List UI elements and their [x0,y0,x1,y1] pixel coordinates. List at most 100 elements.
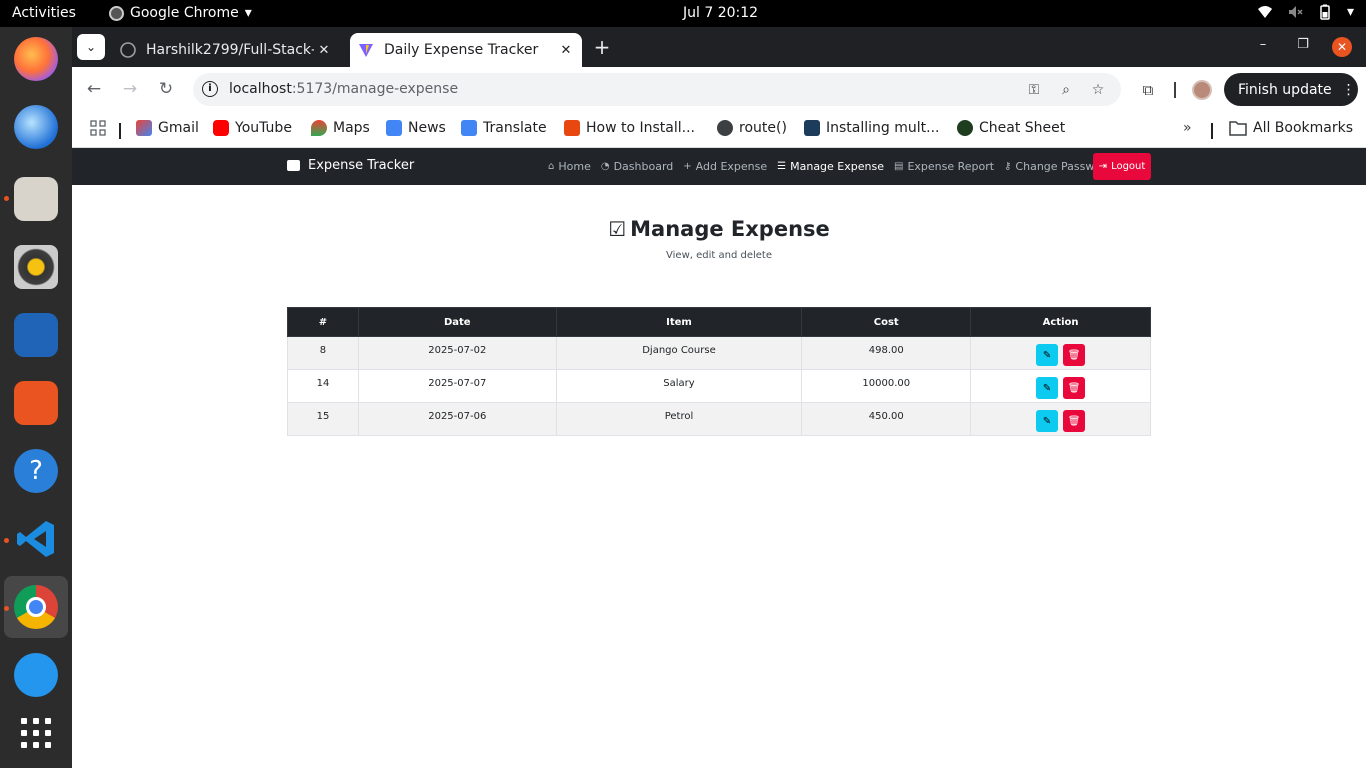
minimize-icon[interactable]: – [1253,37,1273,52]
delete-button[interactable]: 🗑 [1063,377,1086,399]
gmail-icon [136,120,152,136]
delete-button[interactable]: 🗑 [1063,344,1086,366]
close-tab-icon[interactable]: ✕ [556,43,576,58]
web-page: Expense Tracker ⌂ Home ◔ Dashboard + Add Ex… [72,148,1366,768]
app-menu-label: Google Chrome [130,5,239,21]
cell-id: 15 [287,402,359,436]
nav-manage-expense[interactable]: ☰ Manage Expense [777,160,884,173]
edit-icon: ✎ [1042,382,1052,394]
wallet-icon [287,160,300,171]
dashboard-icon: ◔ [600,161,610,172]
help-icon[interactable]: ? [14,449,58,493]
edit-button[interactable]: ✎ [1036,377,1059,399]
trash-icon: 🗑 [1067,415,1081,427]
bookmark-star-icon[interactable]: ☆ [1088,80,1108,100]
edit-button[interactable]: ✎ [1036,344,1059,366]
table-row: 8 2025-07-02 Django Course 498.00 ✎ 🗑 [287,336,1151,370]
url-path: :5173/manage-expense [291,81,459,97]
tab-daily-expense-tracker[interactable]: Daily Expense Tracker ✕ [350,33,582,67]
nav-home[interactable]: ⌂ Home [548,160,591,173]
window-close-icon[interactable]: ✕ [1332,37,1352,57]
delete-button[interactable]: 🗑 [1063,410,1086,432]
docker-icon[interactable] [14,653,58,697]
github-icon [120,42,136,58]
extensions-puzzle-icon[interactable]: ⧉ [1137,79,1159,101]
firefox-icon[interactable] [14,37,58,81]
reload-icon[interactable]: ↻ [155,78,177,100]
nav-add-expense[interactable]: + Add Expense [683,160,767,173]
trash-icon: 🗑 [1067,349,1081,361]
wifi-icon [1257,6,1272,18]
cell-cost: 498.00 [801,336,972,370]
logout-button[interactable]: ⇥ Logout [1093,153,1151,180]
files-icon[interactable] [14,177,58,221]
nav-dashboard[interactable]: ◔ Dashboard [601,160,673,173]
app-navbar: Expense Tracker ⌂ Home ◔ Dashboard + Add Ex… [72,148,1366,185]
bookmark-label: News [408,120,446,136]
restore-icon[interactable]: ❐ [1293,37,1313,52]
bookmark-gmail[interactable]: Gmail [136,120,199,136]
bookmark-installing-mult[interactable]: Installing mult... [804,120,939,136]
vite-icon [359,44,373,57]
nav-label: Dashboard [613,160,674,173]
activities-button[interactable]: Activities [12,5,76,21]
expense-table: # Date Item Cost Action 8 2025-07-02 Dja… [287,307,1151,436]
cell-date: 2025-07-06 [357,402,557,436]
bookmark-cheat-sheet[interactable]: Cheat Sheet [957,120,1065,136]
vscode-icon[interactable] [14,517,58,561]
libreoffice-writer-icon[interactable] [14,313,58,357]
page-title-text: Manage Expense [630,217,830,241]
finish-update-button[interactable]: Finish update ⋮ [1224,73,1358,106]
url-host: localhost [229,81,292,97]
brand-label: Expense Tracker [308,158,415,173]
bookmark-maps[interactable]: Maps [311,120,370,136]
site-info-icon[interactable]: i [202,81,218,97]
battery-icon [1320,4,1330,20]
list-check-icon: ☰ [777,161,787,172]
forward-arrow-icon[interactable]: → [119,78,141,100]
all-bookmarks-button[interactable]: All Bookmarks [1229,120,1353,136]
system-tray[interactable]: ▾ [1257,4,1354,20]
close-tab-icon[interactable]: ✕ [314,43,334,58]
bookmark-label: route() [739,120,787,136]
rhythmbox-icon[interactable] [14,245,58,289]
cell-item: Salary [555,369,803,403]
tab-github[interactable]: Harshilk2799/Full-Stack- ✕ [112,33,340,67]
zoom-icon[interactable]: ⌕ [1056,80,1076,100]
nav-label: Manage Expense [790,160,884,173]
bookmark-how-to-install[interactable]: How to Install... [564,120,695,136]
address-bar[interactable]: i localhost:5173/manage-expense ⚿ ⌕ ☆ [193,73,1121,106]
google-chrome-icon[interactable] [14,585,58,629]
edit-button[interactable]: ✎ [1036,410,1059,432]
table-row: 15 2025-07-06 Petrol 450.00 ✎ 🗑 [287,402,1151,436]
bookmark-youtube[interactable]: YouTube [213,120,292,136]
bookmark-label: Translate [483,120,547,136]
app-menu[interactable]: Google Chrome ▾ [109,5,252,21]
bookmark-route[interactable]: route() [717,120,787,136]
clock[interactable]: Jul 7 20:12 [683,5,758,21]
app-center-icon[interactable] [14,381,58,425]
tds-icon [804,120,820,136]
volume-muted-icon [1288,6,1303,18]
password-key-icon[interactable]: ⚿ [1024,80,1044,100]
logout-label: Logout [1111,161,1146,172]
page-title: ☑ Manage Expense [72,217,1366,241]
nav-label: Add Expense [695,160,768,173]
url-text[interactable]: localhost:5173/manage-expense [229,81,458,97]
tab-title: Harshilk2799/Full-Stack- [146,42,314,58]
trash-icon: 🗑 [1067,382,1081,394]
more-bookmarks-chevron-icon[interactable]: » [1183,120,1192,136]
ubuntu-dock: ? [0,27,72,768]
tab-search-button[interactable]: ⌄ [77,34,105,60]
back-arrow-icon[interactable]: ← [83,78,105,100]
thunderbird-icon[interactable] [14,105,58,149]
navbar-brand[interactable]: Expense Tracker [287,158,414,173]
profile-avatar[interactable] [1192,80,1212,100]
bookmark-translate[interactable]: Translate [461,120,547,136]
bookmark-news[interactable]: News [386,120,446,136]
new-tab-plus-icon[interactable]: + [592,35,612,59]
cell-actions: ✎ 🗑 [970,336,1151,370]
apps-grid-icon[interactable] [90,120,106,136]
nav-expense-report[interactable]: ▤ Expense Report [894,160,994,173]
show-apps-grid-icon[interactable] [14,711,58,755]
